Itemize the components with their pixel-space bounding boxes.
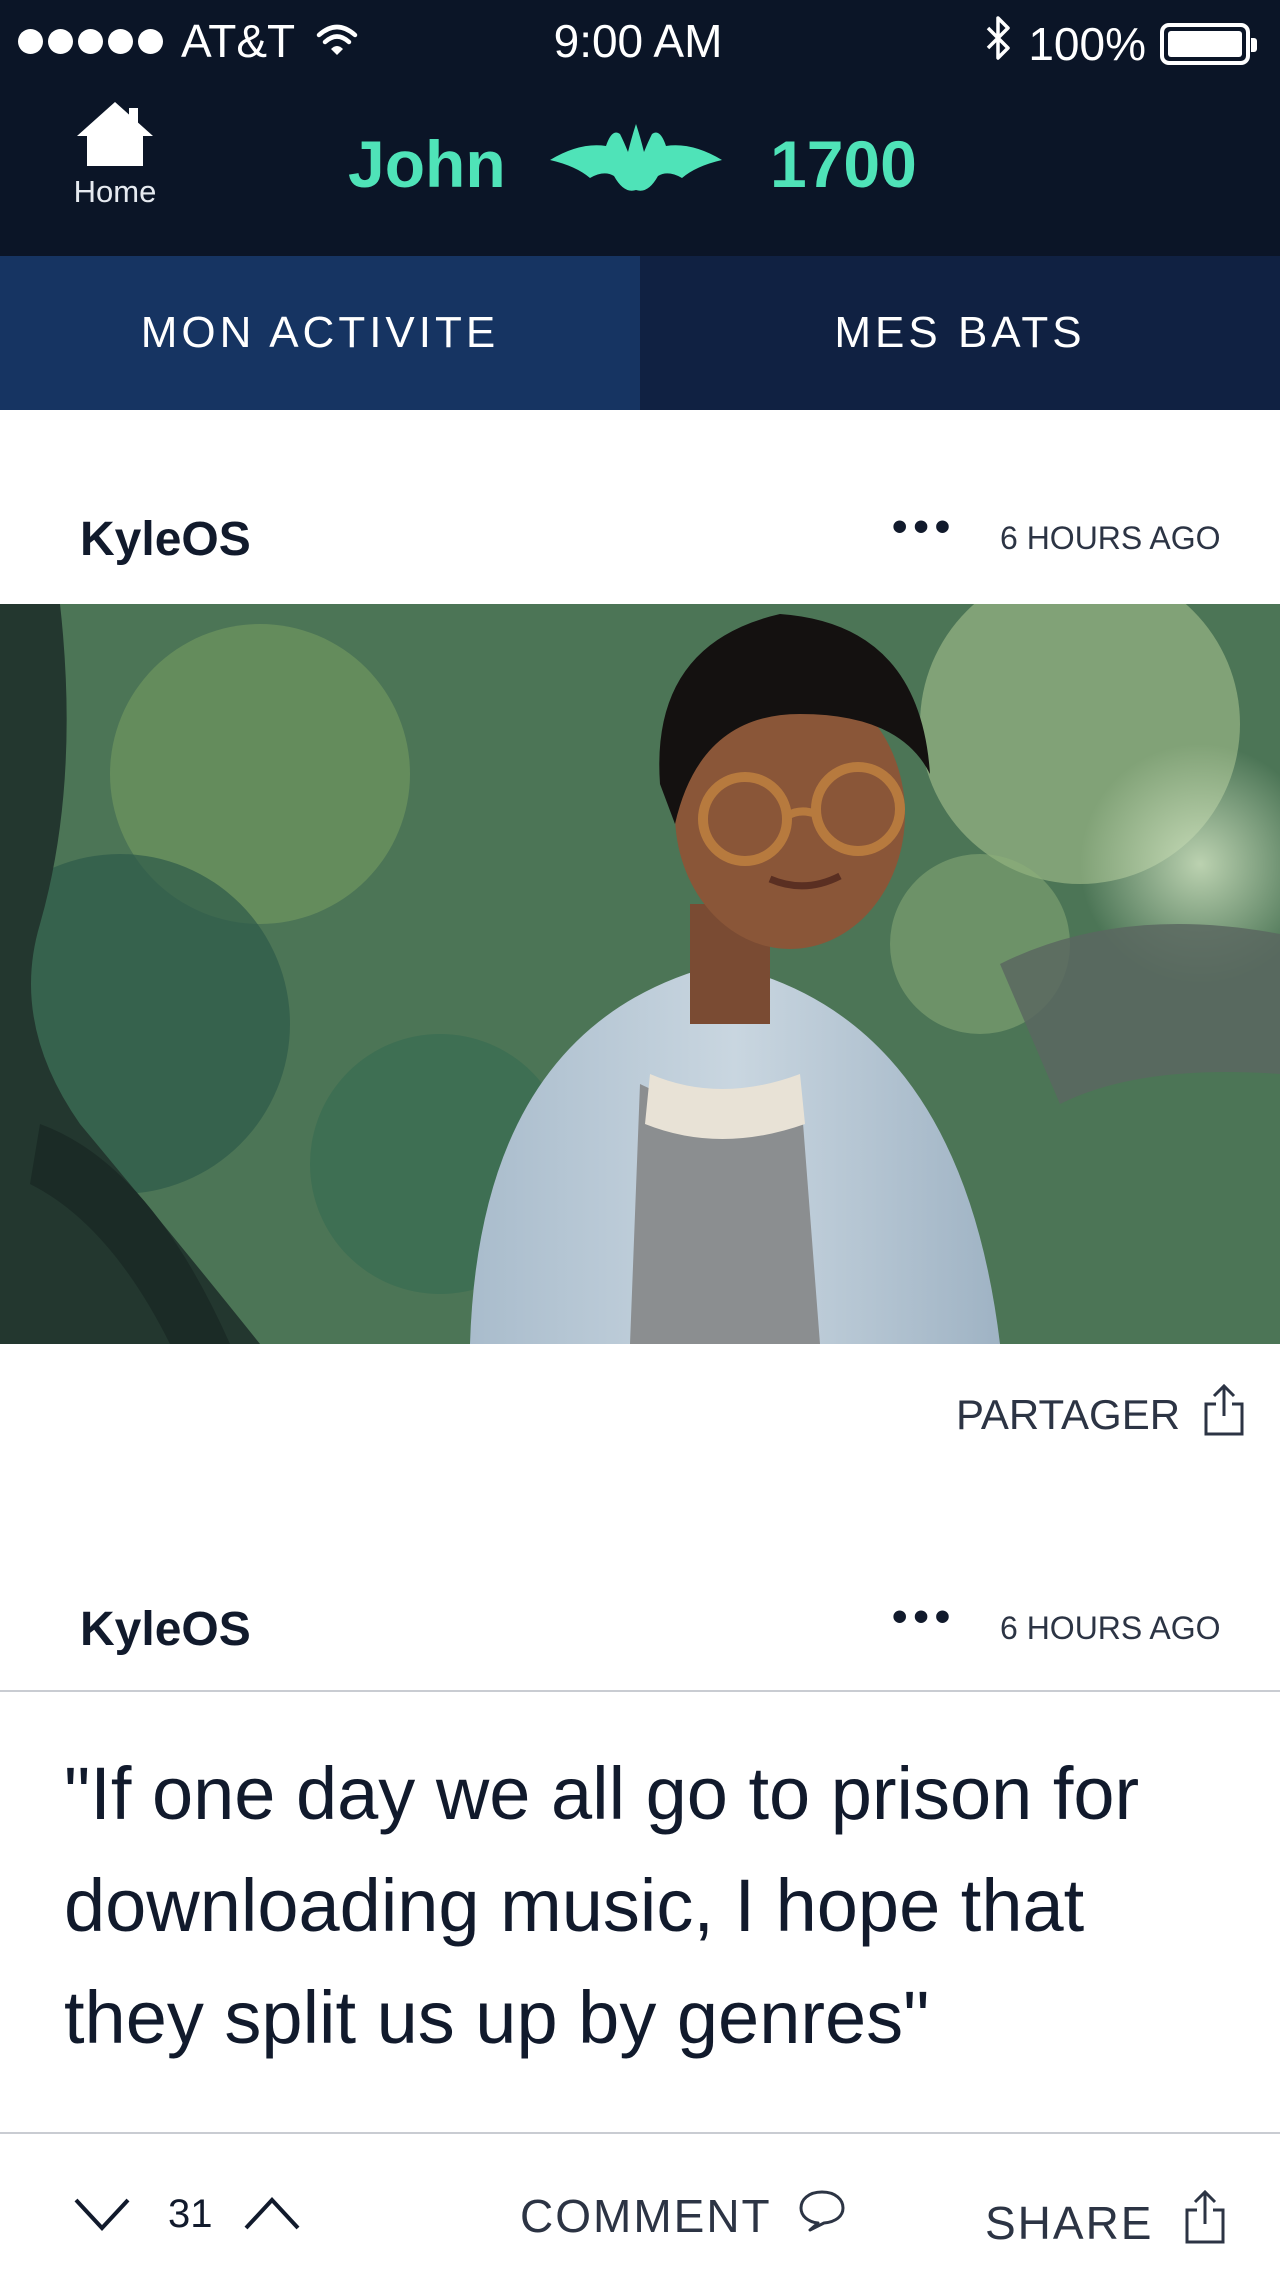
app-header: AT&T 9:00 AM 100% Home John 1700	[0, 0, 1280, 256]
comment-button[interactable]: COMMENT	[520, 2188, 846, 2243]
battery-icon	[1160, 22, 1257, 65]
post-actions: 31 COMMENT SHARE	[0, 2176, 1280, 2272]
home-button[interactable]: Home	[60, 100, 170, 210]
share-button[interactable]: SHARE	[985, 2188, 1227, 2257]
status-bar: AT&T 9:00 AM 100%	[0, 0, 1280, 80]
share-label: SHARE	[985, 2196, 1154, 2249]
more-options-button[interactable]: •••	[892, 502, 956, 552]
post-header: KyleOS ••• 6 HOURS AGO	[0, 1572, 1280, 1682]
vote-count: 31	[168, 2192, 213, 2236]
post-header: KyleOS ••• 6 HOURS AGO	[0, 482, 1280, 592]
bluetooth-icon	[984, 14, 1014, 73]
post-quote: "If one day we all go to prison for down…	[64, 1752, 1140, 2059]
points-balance: 1700	[770, 127, 917, 201]
more-options-button[interactable]: •••	[892, 1592, 956, 1642]
home-label: Home	[73, 174, 157, 209]
status-right: 100%	[984, 14, 1257, 73]
share-button[interactable]: PARTAGER	[956, 1382, 1246, 1448]
comment-icon	[798, 2188, 846, 2243]
post-author[interactable]: KyleOS	[80, 1602, 251, 1657]
divider	[0, 2132, 1280, 2134]
comment-label: COMMENT	[520, 2189, 772, 2242]
post-photo[interactable]	[0, 604, 1280, 1344]
chevron-down-icon[interactable]	[74, 2196, 130, 2237]
divider	[0, 1690, 1280, 1692]
post-timestamp: 6 HOURS AGO	[1000, 520, 1221, 556]
bat-logo-icon	[550, 120, 722, 205]
tab-mes-bats[interactable]: MES BATS	[640, 256, 1280, 410]
post-timestamp: 6 HOURS AGO	[1000, 1610, 1221, 1646]
tab-mon-activite[interactable]: MON ACTIVITE	[0, 256, 640, 410]
post-author[interactable]: KyleOS	[80, 512, 251, 567]
user-name: John	[348, 127, 506, 201]
chevron-up-icon[interactable]	[244, 2196, 300, 2237]
share-icon	[1202, 1382, 1246, 1448]
share-label: PARTAGER	[956, 1391, 1181, 1438]
tab-bar: MON ACTIVITE MES BATS	[0, 256, 1280, 410]
battery-percentage: 100%	[1028, 17, 1146, 70]
share-icon	[1183, 2188, 1227, 2257]
home-icon	[60, 100, 170, 168]
